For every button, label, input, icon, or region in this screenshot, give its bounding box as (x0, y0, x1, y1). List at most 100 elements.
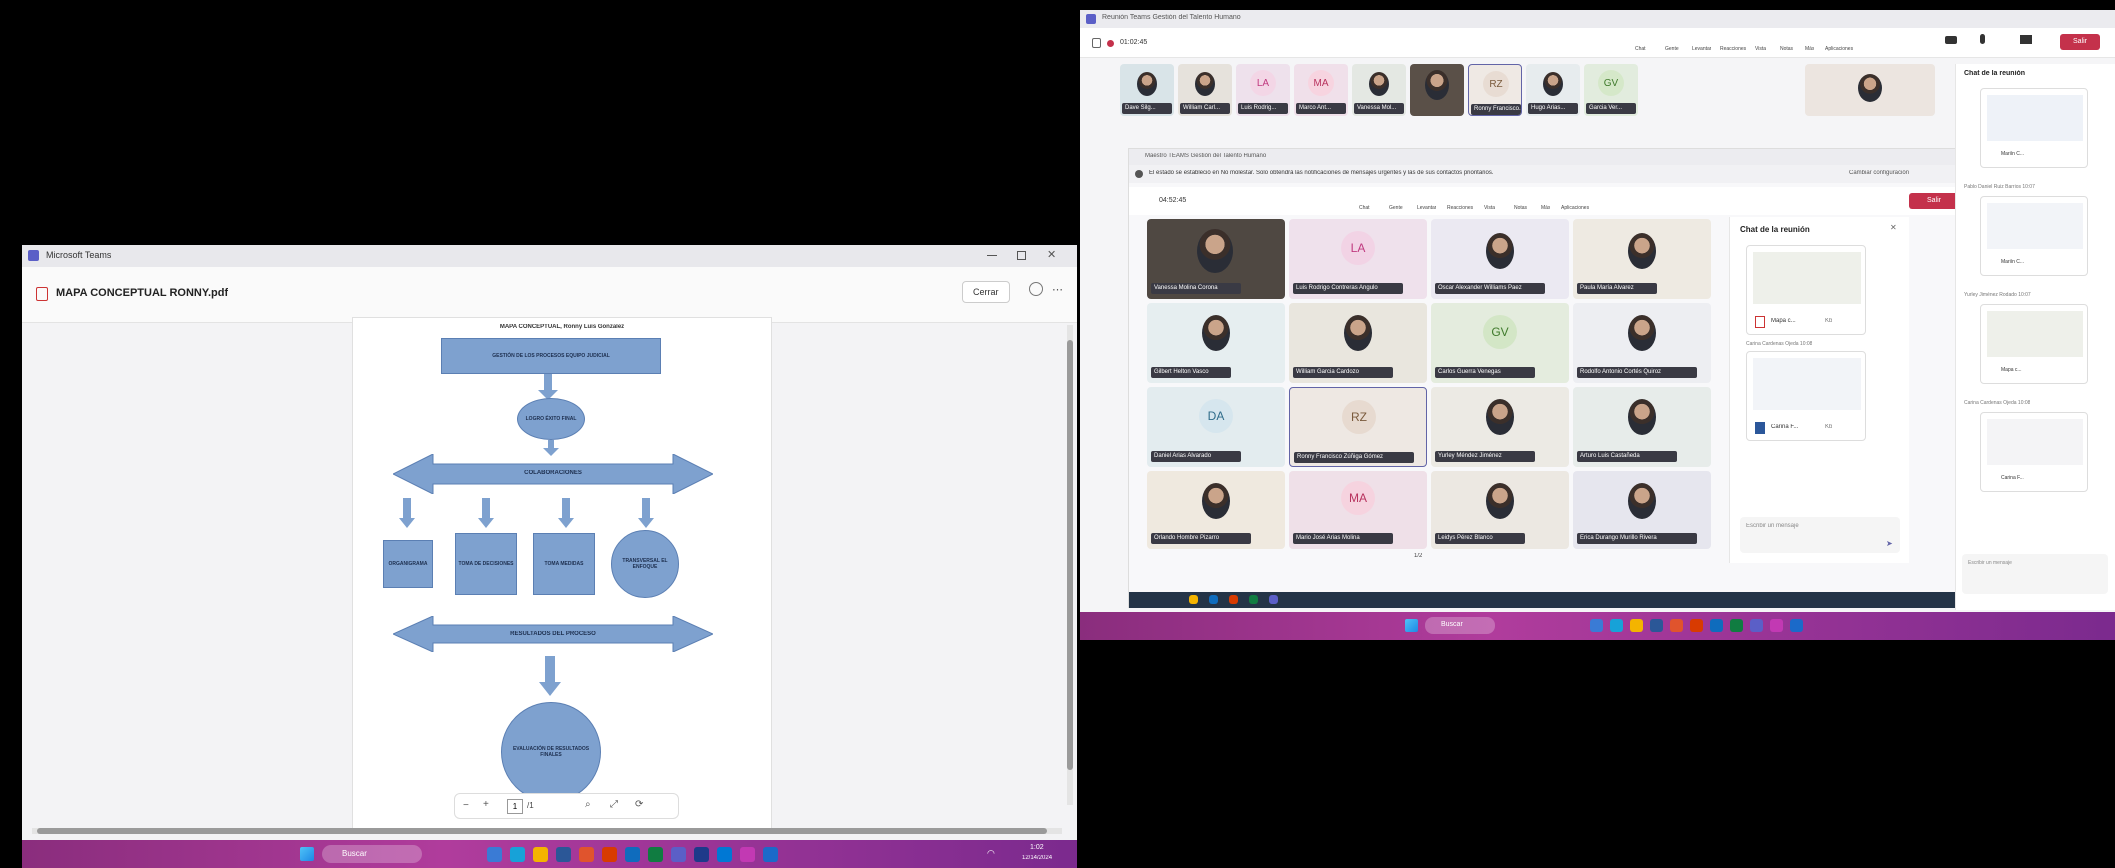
fit-page-icon[interactable]: ⤢ (610, 799, 618, 810)
taskbar-app-icon[interactable] (1650, 619, 1663, 632)
taskbar-app-icon[interactable] (510, 847, 525, 862)
outer-chat-sender: Carina Cardenas Ojeda 10:08 (1964, 400, 2031, 406)
outer-chat-file-card[interactable]: Mariín C... (1980, 88, 2088, 168)
nested-chat-label[interactable]: Chat (1359, 205, 1370, 211)
app-title: Microsoft Teams (46, 250, 112, 260)
zoom-in-icon[interactable]: + (483, 799, 489, 810)
search-icon[interactable]: ⌕ (585, 799, 591, 810)
taskbar-app-icon[interactable] (487, 847, 502, 862)
taskbar-search-box[interactable]: Buscar (322, 845, 422, 863)
branch-circle-4: TRANSVERSAL EL ENFOQUE (611, 530, 679, 598)
close-file-button[interactable]: Cerrar (962, 281, 1010, 303)
taskbar-app-icon[interactable] (533, 847, 548, 862)
outer-chat-file-card[interactable]: Mapa c... (1980, 304, 2088, 384)
participant-video (1543, 72, 1563, 96)
toolbar-view-label[interactable]: Vista (1755, 46, 1766, 52)
horizontal-scrollbar[interactable] (32, 828, 1062, 834)
more-icon[interactable]: ⋯ (1052, 283, 1063, 296)
taskbar-app-icon[interactable] (625, 847, 640, 862)
minimize-button[interactable] (987, 255, 997, 256)
outer-file-name: Mariín C... (2001, 259, 2025, 265)
taskbar-app-icon[interactable] (671, 847, 686, 862)
participant-name: Vanessa Molina Corona (1151, 283, 1241, 294)
chat-file-card[interactable]: Mapa c... Kb (1746, 245, 1866, 335)
taskbar-app-icon[interactable] (1209, 595, 1218, 604)
branch-box-2: TOMA DE DECISIONES (455, 533, 517, 595)
rotate-icon[interactable]: ⟳ (635, 799, 643, 810)
taskbar-app-icon[interactable] (1189, 595, 1198, 604)
taskbar-app-icon[interactable] (1710, 619, 1723, 632)
taskbar-app-icon[interactable] (1610, 619, 1623, 632)
share-icon[interactable] (2020, 35, 2032, 44)
camera-icon[interactable] (1945, 36, 1957, 44)
zoom-out-icon[interactable]: − (463, 800, 469, 811)
outer-chat-file-card[interactable]: Carina F... (1980, 412, 2088, 492)
outer-chat-compose[interactable]: Escribir un mensaje (1962, 554, 2108, 594)
maximize-button[interactable] (1017, 251, 1026, 260)
page-number-field[interactable]: 1 (507, 799, 523, 814)
taskbar-app-icon[interactable] (1690, 619, 1703, 632)
right-taskbar-search[interactable]: Buscar (1425, 617, 1495, 634)
mic-icon[interactable] (1980, 34, 1985, 44)
taskbar-app-icon[interactable] (1229, 595, 1238, 604)
nested-reactions-label[interactable]: Reacciones (1447, 205, 1473, 211)
nested-raise-label[interactable]: Levantar (1417, 205, 1436, 211)
taskbar-app-icon[interactable] (556, 847, 571, 862)
wifi-icon[interactable]: ◠ (987, 848, 995, 859)
nested-people-label[interactable]: Gente (1389, 205, 1403, 211)
taskbar-app-icon[interactable] (1750, 619, 1763, 632)
outer-chat-file-card[interactable]: Mariín C... (1980, 196, 2088, 276)
nested-apps-label[interactable]: Aplicaciones (1561, 205, 1589, 211)
taskbar-app-icon[interactable] (740, 847, 755, 862)
toolbar-apps-label[interactable]: Aplicaciones (1825, 46, 1853, 52)
close-chat-icon[interactable]: ✕ (1890, 223, 1897, 232)
participant-name: Erica Durango Murillo Rivera (1577, 533, 1697, 544)
outer-leave-button[interactable]: Salir (2060, 34, 2100, 50)
taskbar-app-icon[interactable] (1249, 595, 1258, 604)
notice-settings-link[interactable]: Cambiar configuración (1849, 170, 1909, 176)
taskbar-app-icon[interactable] (717, 847, 732, 862)
h-scroll-thumb[interactable] (37, 828, 1047, 834)
toolbar-people-label[interactable]: Gente (1665, 46, 1679, 52)
grid-page-indicator[interactable]: 1/2 (1414, 553, 1422, 559)
taskbar-app-icon[interactable] (1790, 619, 1803, 632)
taskbar-app-icon[interactable] (1670, 619, 1683, 632)
toolbar-more-label[interactable]: Más (1805, 46, 1814, 52)
windows-start-icon[interactable] (1405, 619, 1418, 632)
taskbar-app-icon[interactable] (1630, 619, 1643, 632)
toolbar-notes-label[interactable]: Notas (1780, 46, 1793, 52)
nested-view-label[interactable]: Vista (1484, 205, 1495, 211)
strip-tile: LA Luis Rodrig... (1236, 64, 1290, 116)
notice-banner: El estado se estableció en No molestar. … (1129, 165, 1991, 183)
scroll-thumb[interactable] (1067, 340, 1073, 770)
taskbar-app-icon[interactable] (1730, 619, 1743, 632)
chat-file-card[interactable]: Carina F... Kb (1746, 351, 1866, 441)
shield-icon (1092, 38, 1101, 48)
taskbar-app-icon[interactable] (602, 847, 617, 862)
taskbar-app-icon[interactable] (1269, 595, 1278, 604)
taskbar-app-icon[interactable] (694, 847, 709, 862)
windows-start-icon[interactable] (300, 847, 314, 861)
toolbar-raise-label[interactable]: Levantar (1692, 46, 1711, 52)
chat-compose-box[interactable]: Escribir un mensaje ➤ (1740, 517, 1900, 553)
toolbar-chat-label[interactable]: Chat (1635, 46, 1646, 52)
participant-name: Oscar Alexander Williams Paez (1435, 283, 1545, 294)
nested-more-label[interactable]: Más (1541, 205, 1550, 211)
toolbar-reactions-label[interactable]: Reacciones (1720, 46, 1746, 52)
vertical-scrollbar[interactable] (1067, 325, 1073, 805)
taskbar-app-icon[interactable] (579, 847, 594, 862)
taskbar-app-icon[interactable] (763, 847, 778, 862)
grid-tile: Rodolfo Antonio Cortés Quiroz (1573, 303, 1711, 383)
info-icon[interactable] (1029, 282, 1043, 296)
nested-leave-button[interactable]: Salir (1909, 193, 1959, 209)
send-icon[interactable]: ➤ (1886, 539, 1893, 548)
nested-notes-label[interactable]: Notas (1514, 205, 1527, 211)
strip-tile: GV Garcia Ver... (1584, 64, 1638, 116)
taskbar-app-icon[interactable] (648, 847, 663, 862)
taskbar-app-icon[interactable] (1590, 619, 1603, 632)
close-window-button[interactable]: ✕ (1047, 248, 1056, 261)
taskbar-app-icon[interactable] (1770, 619, 1783, 632)
participant-video (1202, 483, 1230, 519)
teams-meeting-window: Reunión Teams Gestión del Talento Humano… (1080, 10, 2115, 620)
grid-tile: DA Daniel Arias Alvarado (1147, 387, 1285, 467)
